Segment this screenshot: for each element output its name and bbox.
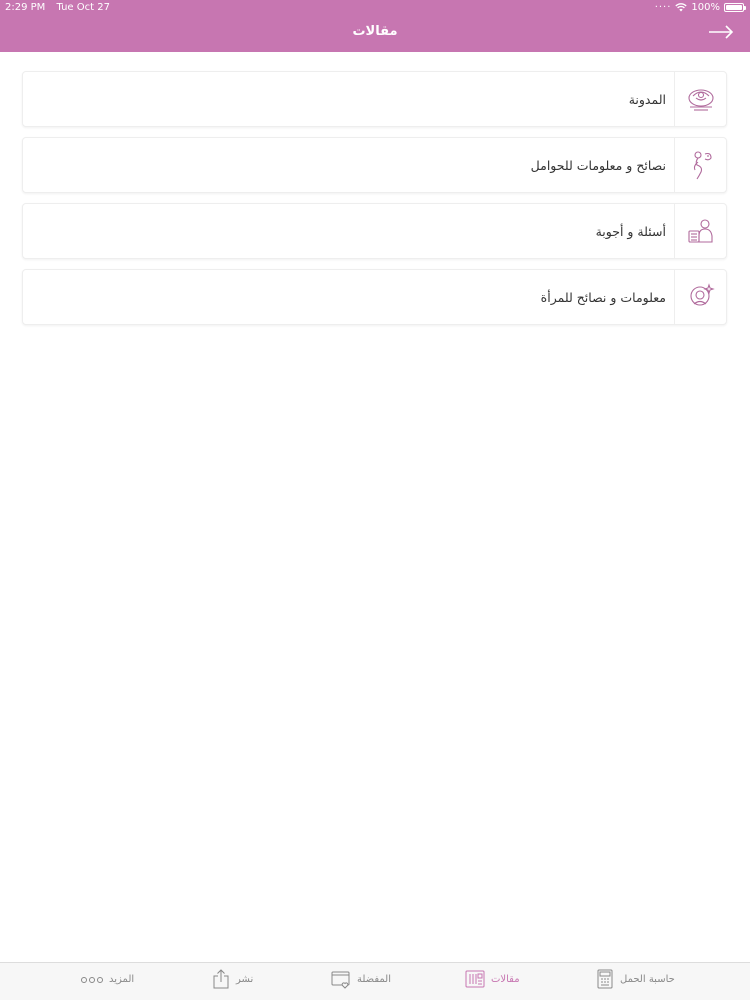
- tab-label: حاسبة الحمل: [620, 973, 675, 985]
- battery-level: [726, 5, 742, 10]
- list-item-label: أسئلة و أجوبة: [595, 223, 666, 239]
- list-item-women-tips[interactable]: معلومات و نصائح للمرأة: [22, 269, 727, 325]
- tab-articles[interactable]: مقالات: [465, 969, 520, 989]
- tab-label: المفضلة: [357, 973, 392, 985]
- page-title: مقالات: [352, 24, 398, 39]
- status-date: Tue Oct 27: [56, 2, 110, 13]
- tab-label: مقالات: [491, 973, 520, 985]
- list-item-label: معلومات و نصائح للمرأة: [540, 289, 666, 305]
- list-item-label: المدونة: [628, 91, 666, 107]
- tab-label: نشر: [236, 973, 254, 985]
- tab-more[interactable]: المزيد: [81, 974, 134, 985]
- battery-icon: [724, 3, 746, 12]
- list-item-blog[interactable]: المدونة: [22, 71, 727, 127]
- tab-label: المزيد: [109, 974, 135, 985]
- articles-icon: [465, 970, 485, 988]
- tab-bar: حاسبة الحمل مقالات المفضلة نشر المزيد: [0, 962, 750, 1000]
- arrow-right-icon[interactable]: [708, 24, 734, 40]
- pregnant-icon: [693, 151, 712, 180]
- battery-percent: 100%: [691, 2, 720, 13]
- signal-icon: ····: [654, 2, 672, 13]
- calculator-icon: [597, 969, 613, 989]
- qa-icon: [687, 219, 713, 243]
- articles-category-list: المدونة نصائح و معلومات للحوامل أسئلة و …: [22, 71, 727, 335]
- share-icon: [213, 969, 229, 989]
- blog-icon: [687, 89, 714, 111]
- more-icon: [81, 976, 103, 983]
- tab-share[interactable]: نشر: [212, 969, 253, 989]
- favorites-icon: [331, 971, 350, 989]
- navigation-bar: 2:29 PM Tue Oct 27 ···· 100% مقالات: [0, 0, 750, 52]
- status-bar: 2:29 PM Tue Oct 27 ···· 100%: [0, 0, 750, 16]
- tab-pregnancy-calculator[interactable]: حاسبة الحمل: [596, 969, 675, 989]
- tab-favorites[interactable]: المفضلة: [331, 969, 391, 989]
- wifi-icon: [675, 3, 688, 12]
- list-item-pregnancy-tips[interactable]: نصائح و معلومات للحوامل: [22, 137, 727, 193]
- list-item-label: نصائح و معلومات للحوامل: [530, 157, 666, 173]
- status-time: 2:29 PM: [5, 2, 46, 13]
- woman-icon: [689, 283, 715, 306]
- list-item-questions-answers[interactable]: أسئلة و أجوبة: [22, 203, 727, 259]
